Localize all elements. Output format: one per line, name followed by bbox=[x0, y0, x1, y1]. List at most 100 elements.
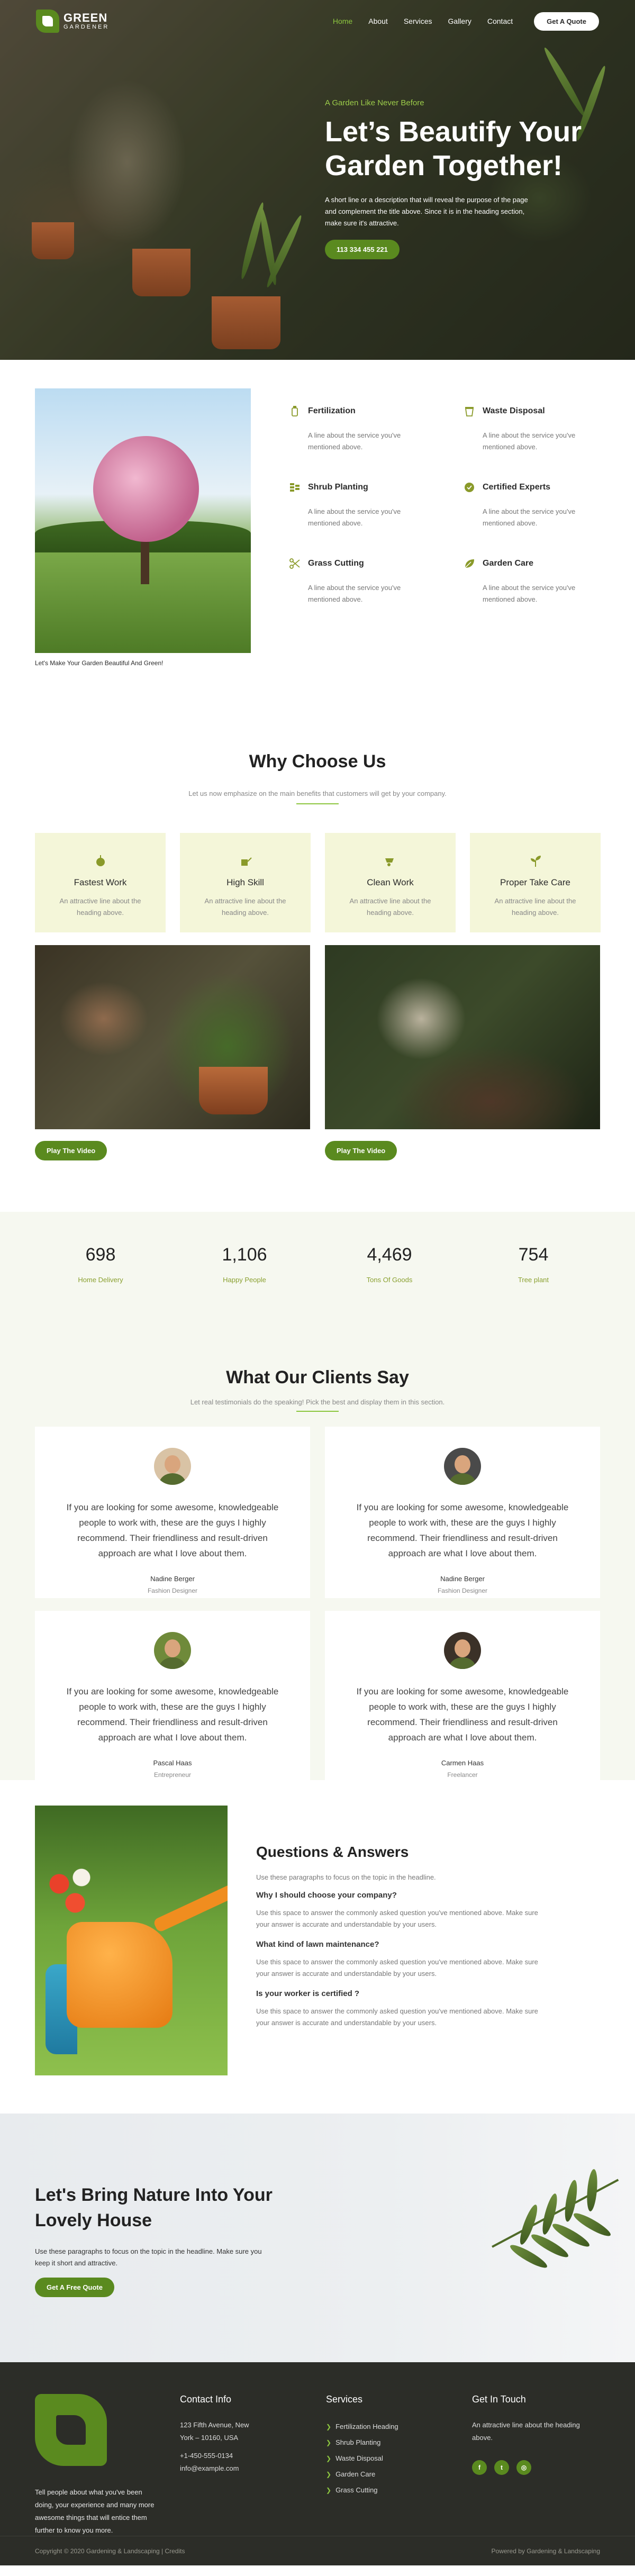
nav-item-services[interactable]: Services bbox=[404, 17, 432, 25]
twitter-icon[interactable]: t bbox=[494, 2460, 509, 2475]
benefit-card: Fastest Work An attractive line about th… bbox=[35, 833, 166, 932]
footer-address: 123 Fifth Avenue, New York – 10160, USA bbox=[180, 2421, 249, 2442]
service-title: Garden Care bbox=[483, 559, 534, 568]
fern-leaf bbox=[585, 2169, 599, 2212]
plant-icon bbox=[93, 853, 108, 869]
testimonial-card: If you are looking for some awesome, kno… bbox=[35, 1427, 310, 1598]
nav-item-home[interactable]: Home bbox=[333, 17, 352, 25]
footer-logo-icon bbox=[35, 2394, 107, 2466]
flower-pot-image bbox=[212, 296, 280, 349]
service-item: Fertilization A line about the service y… bbox=[288, 404, 404, 453]
hero-content: A Garden Like Never Before Let’s Beautif… bbox=[325, 98, 611, 259]
stat-label: Tree plant bbox=[518, 1276, 549, 1284]
copyright-text: Copyright © 2020 Gardening & Landscaping… bbox=[35, 2547, 185, 2555]
service-text: A line about the service you've mentione… bbox=[308, 507, 401, 527]
wheelbarrow-icon bbox=[383, 853, 398, 869]
stats-section: 698 Home Delivery 1,106 Happy People 4,4… bbox=[0, 1212, 635, 1341]
free-quote-button[interactable]: Get A Free Quote bbox=[35, 2278, 114, 2297]
footer-service-link[interactable]: ❯ Garden Care bbox=[326, 2466, 398, 2482]
faq-question[interactable]: Why I should choose your company? bbox=[256, 1891, 552, 1900]
nav-item-gallery[interactable]: Gallery bbox=[448, 17, 471, 25]
nav-menu: Home About Services Gallery Contact Get … bbox=[333, 12, 599, 31]
leaf-icon bbox=[462, 557, 476, 570]
facebook-icon[interactable]: f bbox=[472, 2460, 487, 2475]
footer-contact: Contact Info 123 Fifth Avenue, New York … bbox=[180, 2394, 259, 2475]
services-section: Let's Make Your Garden Beautiful And Gre… bbox=[0, 360, 635, 677]
footer-service-link[interactable]: ❯ Grass Cutting bbox=[326, 2482, 398, 2498]
service-item: Garden Care A line about the service you… bbox=[462, 557, 579, 605]
chevron-right-icon: ❯ bbox=[326, 2455, 332, 2462]
footer-service-link[interactable]: ❯ Shrub Planting bbox=[326, 2435, 398, 2451]
video-thumbnail[interactable] bbox=[35, 945, 310, 1129]
powered-by-text: Powered by Gardening & Landscaping bbox=[491, 2547, 600, 2555]
service-text: A line about the service you've mentione… bbox=[483, 584, 576, 603]
faq-question[interactable]: What kind of lawn maintenance? bbox=[256, 1940, 552, 1949]
stat-value: 698 bbox=[85, 1245, 116, 1265]
avatar bbox=[154, 1448, 191, 1485]
faq-intro: Use these paragraphs to focus on the top… bbox=[256, 1873, 436, 1881]
testimonial-quote: If you are looking for some awesome, kno… bbox=[66, 1686, 279, 1743]
site-logo[interactable]: GREEN GARDENER bbox=[36, 10, 109, 33]
nav-item-about[interactable]: About bbox=[368, 17, 388, 25]
service-item: Shrub Planting A line about the service … bbox=[288, 480, 404, 529]
footer-service-link[interactable]: ❯ Waste Disposal bbox=[326, 2451, 398, 2466]
title-underline bbox=[296, 803, 339, 804]
service-text: A line about the service you've mentione… bbox=[308, 431, 401, 451]
footer-phone[interactable]: +1-450-555-0134 bbox=[180, 2450, 259, 2462]
footer-service-link[interactable]: ❯ Fertilization Heading bbox=[326, 2419, 398, 2435]
play-video-button[interactable]: Play The Video bbox=[35, 1141, 107, 1160]
testimonial-card: If you are looking for some awesome, kno… bbox=[325, 1427, 600, 1598]
trash-icon bbox=[462, 404, 476, 418]
faq-question[interactable]: Is your worker is certified ? bbox=[256, 1989, 552, 1998]
service-text: A line about the service you've mentione… bbox=[483, 431, 576, 451]
video-thumbnail[interactable] bbox=[325, 945, 600, 1129]
play-video-button[interactable]: Play The Video bbox=[325, 1141, 397, 1160]
seedling-icon bbox=[528, 853, 543, 869]
testimonial-role: Entrepreneur bbox=[153, 1771, 192, 1779]
brand-tagline: GARDENER bbox=[64, 24, 110, 30]
phone-button[interactable]: 113 334 455 221 bbox=[325, 240, 400, 259]
brand-name: GREEN bbox=[64, 11, 108, 24]
instagram-icon[interactable]: ◎ bbox=[516, 2460, 531, 2475]
testimonial-name: Nadine Berger bbox=[150, 1575, 195, 1583]
faq-content: Questions & Answers Use these paragraphs… bbox=[256, 1844, 552, 2029]
testimonial-name: Carmen Haas bbox=[441, 1759, 484, 1767]
fertilizer-icon bbox=[288, 404, 302, 418]
faq-answer: Use this space to answer the commonly as… bbox=[256, 1909, 538, 1928]
chevron-right-icon: ❯ bbox=[326, 2487, 332, 2494]
watering-can-image bbox=[35, 1806, 228, 2075]
footer: Tell people about what you've been doing… bbox=[0, 2362, 635, 2565]
faq-title: Questions & Answers bbox=[256, 1844, 409, 1860]
card-text: An attractive line about the heading abo… bbox=[494, 897, 576, 917]
testimonial-quote: If you are looking for some awesome, kno… bbox=[356, 1502, 569, 1558]
service-text: A line about the service you've mentione… bbox=[483, 507, 576, 527]
chevron-right-icon: ❯ bbox=[326, 2423, 332, 2430]
benefit-card: Clean Work An attractive line about the … bbox=[325, 833, 456, 932]
service-item: Certified Experts A line about the servi… bbox=[462, 480, 579, 529]
section-title: What Our Clients Say bbox=[226, 1367, 409, 1387]
testimonial-card: If you are looking for some awesome, kno… bbox=[325, 1611, 600, 1782]
watering-can-icon bbox=[238, 853, 253, 869]
chevron-right-icon: ❯ bbox=[326, 2439, 332, 2446]
avatar bbox=[444, 1632, 481, 1669]
card-title: Proper Take Care bbox=[500, 877, 570, 887]
footer-email[interactable]: info@example.com bbox=[180, 2462, 259, 2475]
service-title: Shrub Planting bbox=[308, 483, 368, 492]
card-title: Fastest Work bbox=[74, 877, 127, 887]
section-subtitle: Let us now emphasize on the main benefit… bbox=[188, 790, 447, 797]
hero-title: Let’s Beautify Your Garden Together! bbox=[325, 116, 582, 182]
faq-answer: Use this space to answer the commonly as… bbox=[256, 1958, 538, 1978]
social-links: f t ◎ bbox=[472, 2460, 588, 2475]
testimonial-card: If you are looking for some awesome, kno… bbox=[35, 1611, 310, 1782]
why-choose-section: Why Choose Us Let us now emphasize on th… bbox=[0, 677, 635, 1212]
testimonial-role: Fashion Designer bbox=[147, 1587, 198, 1594]
hero-description: A short line or a description that will … bbox=[325, 196, 528, 227]
footer-bottom-bar: Copyright © 2020 Gardening & Landscaping… bbox=[0, 2536, 635, 2565]
get-quote-button[interactable]: Get A Quote bbox=[534, 12, 599, 31]
testimonial-quote: If you are looking for some awesome, kno… bbox=[66, 1502, 279, 1558]
nav-item-contact[interactable]: Contact bbox=[487, 17, 513, 25]
faq-answer: Use this space to answer the commonly as… bbox=[256, 2007, 538, 2027]
testimonial-name: Pascal Haas bbox=[153, 1759, 192, 1767]
testimonials-section: What Our Clients Say Let real testimonia… bbox=[0, 1341, 635, 1782]
title-underline bbox=[296, 1411, 339, 1412]
